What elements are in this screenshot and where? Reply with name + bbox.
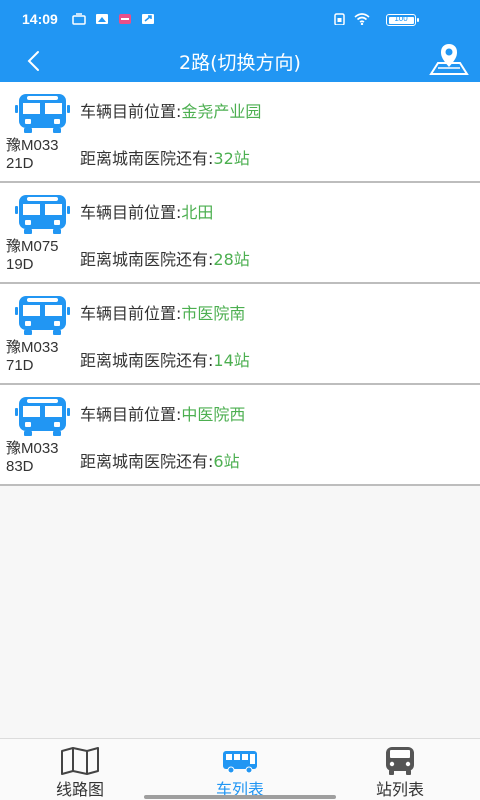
page-title[interactable]: 2路(切换方向) — [0, 48, 480, 75]
tab-label: 线路图 — [55, 780, 104, 799]
tab-stop-list[interactable]: 站列表 — [320, 739, 480, 800]
bus-position-value: 中医院西 — [181, 405, 246, 424]
bus-plate: 豫M033 71D — [6, 339, 59, 374]
battery-text: 100 — [394, 14, 408, 23]
bus-distance: 距离城南医院还有:28站 — [80, 250, 250, 269]
bus-list-item[interactable]: 豫M075 19D 车辆目前位置:北田 距离城南医院还有:28站 — [0, 183, 480, 284]
sim-icon — [72, 13, 86, 25]
bus-icon — [15, 94, 70, 133]
tab-bus-list[interactable]: 车列表 — [160, 739, 320, 800]
bus-distance-value: 32站 — [213, 149, 250, 168]
image-icon — [96, 14, 108, 24]
send-icon — [142, 14, 154, 24]
bus-position: 车辆目前位置:北田 — [80, 203, 214, 222]
map-icon — [61, 747, 99, 775]
tab-route-map[interactable]: 线路图 — [0, 739, 160, 800]
bus-position: 车辆目前位置:金尧产业园 — [80, 102, 262, 121]
bus-distance: 距离城南医院还有:6站 — [80, 452, 240, 471]
bottom-nav: 线路图 车列表 站列表 — [0, 738, 480, 800]
bus-position-value: 市医院南 — [181, 304, 246, 323]
bus-list-item[interactable]: 豫M033 71D 车辆目前位置:市医院南 距离城南医院还有:14站 — [0, 284, 480, 385]
bus-plate: 豫M075 19D — [6, 238, 59, 273]
wifi-icon — [354, 13, 370, 25]
sim-card-icon — [334, 13, 345, 25]
bus-icon — [223, 751, 257, 774]
app-notification-icon — [119, 14, 131, 24]
bus-distance-value: 28站 — [213, 250, 250, 269]
home-indicator[interactable] — [144, 795, 336, 799]
bus-plate: 豫M033 21D — [6, 137, 59, 172]
notification-icons — [72, 13, 155, 25]
title-bar: 2路(切换方向) — [0, 40, 480, 82]
battery-icon: 100 — [386, 14, 419, 26]
status-time: 14:09 — [22, 11, 58, 27]
map-pin-icon[interactable] — [428, 41, 470, 77]
bus-list-item[interactable]: 豫M033 21D 车辆目前位置:金尧产业园 距离城南医院还有:32站 — [0, 82, 480, 183]
bus-distance: 距离城南医院还有:14站 — [80, 351, 250, 370]
bus-icon — [15, 397, 70, 436]
bus-icon — [15, 296, 70, 335]
bus-position: 车辆目前位置:市医院南 — [80, 304, 246, 323]
bus-list: 豫M033 21D 车辆目前位置:金尧产业园 距离城南医院还有:32站 豫M075… — [0, 82, 480, 486]
bus-icon — [15, 195, 70, 234]
status-bar: 14:09 100 — [0, 0, 480, 40]
bus-list-item[interactable]: 豫M033 83D 车辆目前位置:中医院西 距离城南医院还有:6站 — [0, 385, 480, 486]
bus-distance-value: 14站 — [213, 351, 250, 370]
bus-plate: 豫M033 83D — [6, 440, 59, 475]
bus-position-value: 金尧产业园 — [181, 102, 262, 121]
bus-distance-value: 6站 — [213, 452, 240, 471]
bus-stop-icon — [386, 747, 414, 775]
bus-position: 车辆目前位置:中医院西 — [80, 405, 246, 424]
tab-label: 站列表 — [375, 780, 424, 799]
bus-distance: 距离城南医院还有:32站 — [80, 149, 250, 168]
bus-position-value: 北田 — [181, 203, 214, 222]
